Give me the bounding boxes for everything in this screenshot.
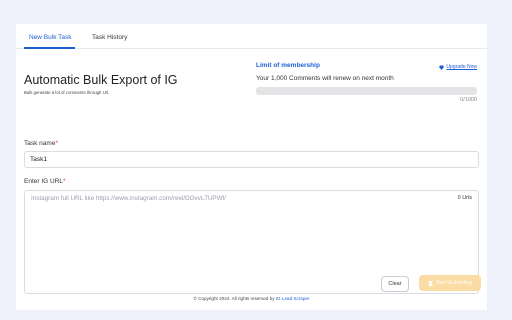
active-tab-indicator [24, 47, 75, 49]
page-title: Automatic Bulk Export of IG [24, 73, 178, 87]
start-extracting-button[interactable]: Start Extracting [419, 275, 481, 291]
membership-limit-title: Limit of membership [256, 62, 320, 69]
task-name-input[interactable] [24, 151, 479, 168]
start-extracting-label: Start Extracting [435, 280, 473, 286]
page-subtitle: Bulk generate a lot of comments through … [24, 90, 110, 95]
ig-url-textarea[interactable] [25, 191, 478, 293]
diamond-icon [439, 65, 445, 70]
copyright-text: © Copyright 2024. All rights reserved by [193, 296, 276, 301]
upgrade-now-label: Upgrade Now [446, 64, 477, 70]
renew-text: Your 1,000 Comments will renew on next m… [256, 75, 394, 82]
brand-link[interactable]: IG Lead Scraper [276, 296, 310, 301]
ig-url-field: 0 Urls [24, 190, 479, 294]
footer: © Copyright 2024. All rights reserved by… [16, 296, 487, 301]
usage-progress-bar [256, 87, 477, 95]
task-name-label: Task name* [24, 140, 58, 147]
clear-button[interactable]: Clear [381, 276, 409, 292]
tab-bar: New Bulk Task Task History [16, 24, 487, 49]
required-mark: * [63, 178, 66, 185]
hourglass-icon [428, 280, 433, 286]
required-mark: * [55, 140, 58, 147]
tab-new-bulk-task[interactable]: New Bulk Task [29, 34, 72, 41]
tab-task-history[interactable]: Task History [92, 34, 127, 41]
main-panel: New Bulk Task Task History Automatic Bul… [16, 24, 487, 310]
upgrade-now-link[interactable]: Upgrade Now [439, 64, 477, 70]
ig-url-label: Enter IG URL* [24, 178, 66, 185]
url-count: 0 Urls [457, 195, 472, 201]
usage-count: 0/1000 [460, 97, 477, 103]
